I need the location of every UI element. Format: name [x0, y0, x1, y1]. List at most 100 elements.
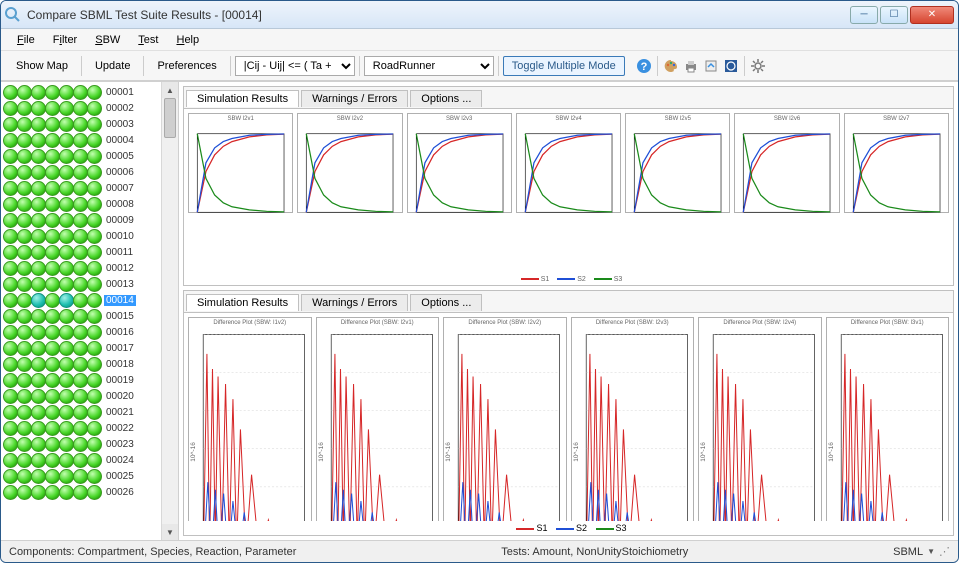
status-dot: [87, 437, 102, 452]
test-row[interactable]: 00011: [3, 244, 161, 260]
status-dot: [87, 405, 102, 420]
test-row[interactable]: 00025: [3, 468, 161, 484]
test-row[interactable]: 00016: [3, 324, 161, 340]
test-id-label: 00017: [104, 343, 136, 354]
simulation-plot: SBW l2v6: [734, 113, 839, 213]
test-row[interactable]: 00004: [3, 132, 161, 148]
test-row[interactable]: 00020: [3, 388, 161, 404]
test-row[interactable]: 00015: [3, 308, 161, 324]
status-dot: [73, 149, 88, 164]
scroll-thumb[interactable]: [164, 98, 176, 138]
test-id-label: 00011: [104, 247, 135, 258]
test-row[interactable]: 00013: [3, 276, 161, 292]
status-dot: [87, 181, 102, 196]
svg-text:10^-16: 10^-16: [573, 442, 580, 462]
settings-icon[interactable]: [749, 57, 767, 75]
menu-filter[interactable]: Filter: [45, 32, 85, 48]
status-dot: [31, 357, 46, 372]
sbml-icon[interactable]: [722, 57, 740, 75]
status-dot: [87, 261, 102, 276]
threshold-select[interactable]: |Cij - Uij| <= ( Ta +: [235, 56, 355, 76]
test-row[interactable]: 00018: [3, 356, 161, 372]
status-dot: [59, 277, 74, 292]
tab-options[interactable]: Options ...: [410, 90, 482, 107]
status-dot: [17, 213, 32, 228]
status-dot: [17, 341, 32, 356]
preferences-button[interactable]: Preferences: [148, 56, 225, 76]
tab-warnings[interactable]: Warnings / Errors: [301, 90, 408, 107]
test-row[interactable]: 00006: [3, 164, 161, 180]
simulation-plot: SBW l2v5: [625, 113, 730, 213]
status-dot: [87, 453, 102, 468]
simulator-select[interactable]: RoadRunner: [364, 56, 494, 76]
update-button[interactable]: Update: [86, 56, 139, 76]
test-row[interactable]: 00003: [3, 116, 161, 132]
test-row[interactable]: 00008: [3, 196, 161, 212]
status-dot: [3, 405, 18, 420]
difference-plot: Difference Plot (SBW: l2v2)10^-16: [443, 317, 567, 521]
menu-sbw[interactable]: SBW: [87, 32, 128, 48]
test-id-label: 00014: [104, 295, 136, 306]
status-dot: [3, 149, 18, 164]
test-row[interactable]: 00023: [3, 436, 161, 452]
test-row[interactable]: 00012: [3, 260, 161, 276]
test-row[interactable]: 00017: [3, 340, 161, 356]
test-row[interactable]: 00002: [3, 100, 161, 116]
test-row[interactable]: 00001: [3, 84, 161, 100]
test-row[interactable]: 00010: [3, 228, 161, 244]
test-map-list[interactable]: 00001000020000300004 00005 000060000700008…: [1, 82, 161, 540]
tab-warnings[interactable]: Warnings / Errors: [301, 294, 408, 311]
menu-help[interactable]: Help: [168, 32, 207, 48]
status-dot: [59, 405, 74, 420]
close-button[interactable]: ✕: [910, 6, 954, 24]
minimize-button[interactable]: ─: [850, 6, 878, 24]
show-map-button[interactable]: Show Map: [7, 56, 77, 76]
status-dot: [3, 389, 18, 404]
difference-plot: Difference Plot (SBW: l3v1)10^-16: [826, 317, 950, 521]
svg-text:10^-16: 10^-16: [828, 442, 835, 462]
menu-test[interactable]: Test: [130, 32, 166, 48]
test-row[interactable]: 00014: [3, 292, 161, 308]
status-dot: [45, 309, 60, 324]
test-id-label: 00018: [104, 359, 136, 370]
test-row[interactable]: 00022: [3, 420, 161, 436]
tab-sim-results[interactable]: Simulation Results: [186, 294, 299, 311]
status-dot: [87, 117, 102, 132]
test-row[interactable]: 00007: [3, 180, 161, 196]
print-icon[interactable]: [682, 57, 700, 75]
menu-file[interactable]: File: [9, 32, 43, 48]
status-dot: [45, 389, 60, 404]
test-row[interactable]: 00009: [3, 212, 161, 228]
tab-options[interactable]: Options ...: [410, 294, 482, 311]
status-dot: [17, 389, 32, 404]
status-dot: [73, 85, 88, 100]
status-dot: [59, 469, 74, 484]
status-dot: [45, 101, 60, 116]
scroll-up-icon[interactable]: ▲: [162, 82, 178, 98]
status-dot: [31, 165, 46, 180]
status-dot: [87, 341, 102, 356]
help-icon[interactable]: ?: [635, 57, 653, 75]
test-id-label: 00019: [104, 375, 136, 386]
maximize-button[interactable]: ☐: [880, 6, 908, 24]
test-row[interactable]: 00026: [3, 484, 161, 500]
divider: [143, 56, 144, 76]
scroll-down-icon[interactable]: ▼: [162, 524, 178, 540]
status-dropdown-icon[interactable]: ▼: [927, 547, 935, 556]
test-row[interactable]: 00019: [3, 372, 161, 388]
status-dot: [87, 325, 102, 340]
test-row[interactable]: 00021: [3, 404, 161, 420]
resize-grip-icon[interactable]: ⋰: [939, 545, 950, 558]
status-dot: [3, 245, 18, 260]
toggle-multiple-button[interactable]: Toggle Multiple Mode: [503, 56, 625, 76]
status-dot: [45, 181, 60, 196]
palette-icon[interactable]: [662, 57, 680, 75]
tab-sim-results[interactable]: Simulation Results: [186, 90, 299, 107]
export-icon[interactable]: [702, 57, 720, 75]
bottom-panel: Simulation Results Warnings / Errors Opt…: [183, 290, 954, 536]
sidebar-scrollbar[interactable]: ▲ ▼: [161, 82, 178, 540]
status-dot: [17, 85, 32, 100]
test-row[interactable]: 00024: [3, 452, 161, 468]
test-row[interactable]: 00005: [3, 148, 161, 164]
test-id-label: 00005: [104, 151, 136, 162]
